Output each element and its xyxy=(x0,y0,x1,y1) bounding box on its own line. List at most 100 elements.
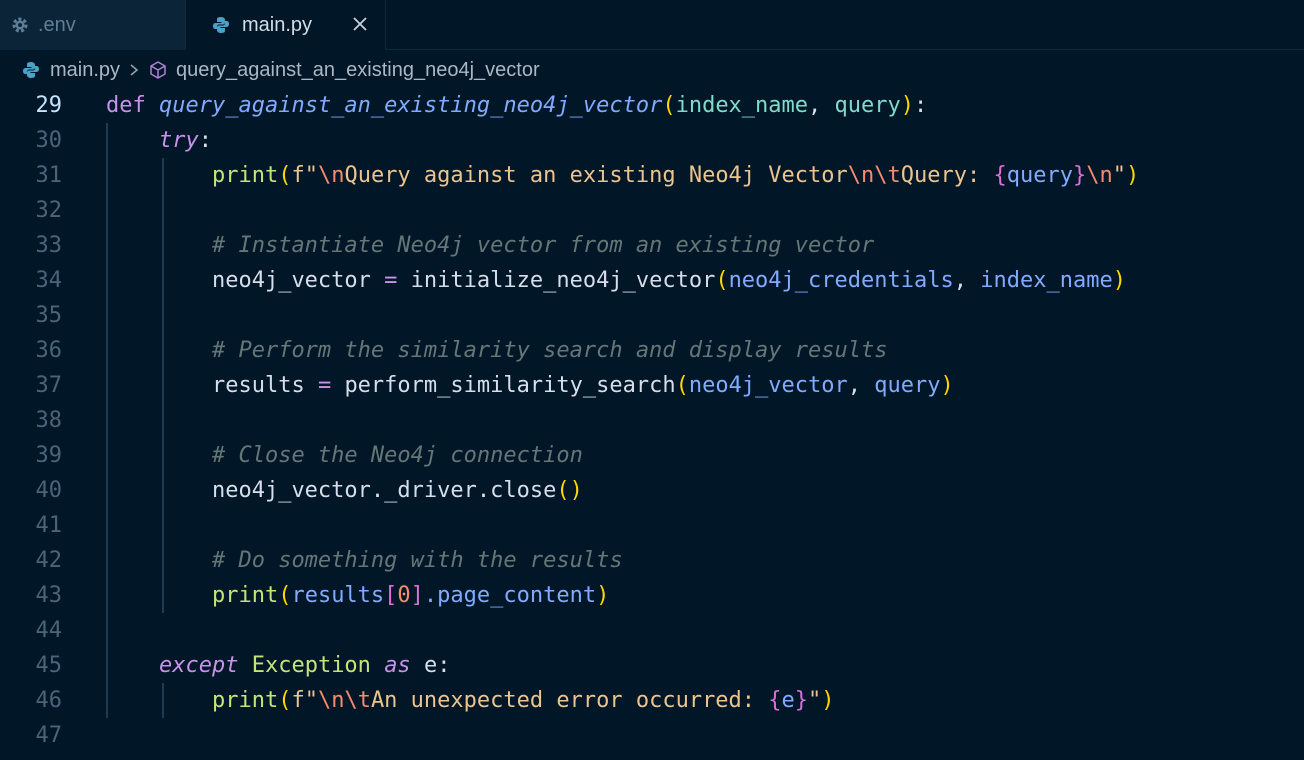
code-text: # Instantiate Neo4j vector from an exist… xyxy=(106,228,874,263)
line-number: 34 xyxy=(35,268,63,293)
code-token: initialize_neo4j_vector xyxy=(410,268,716,293)
code-token: \n\t xyxy=(317,688,371,713)
code-token: ) xyxy=(900,93,915,118)
code-token: neo4j_credentials xyxy=(728,268,954,293)
code-token: ( xyxy=(278,688,292,713)
breadcrumb-file[interactable]: main.py xyxy=(50,59,120,82)
code-text: # Perform the similarity search and disp… xyxy=(106,333,888,368)
code-text: neo4j_vector._driver.close() xyxy=(106,473,583,508)
breadcrumb-symbol[interactable]: query_against_an_existing_neo4j_vector xyxy=(176,59,540,82)
code-line[interactable]: 36 # Perform the similarity search and d… xyxy=(0,333,1304,368)
code-token: print xyxy=(211,163,279,188)
code-token: except xyxy=(158,653,239,678)
code-token: results xyxy=(291,583,385,608)
line-number: 36 xyxy=(35,338,63,363)
code-token: { xyxy=(768,688,782,713)
code-text: try: xyxy=(106,123,212,158)
line-number: 43 xyxy=(35,583,63,608)
code-token: : xyxy=(198,128,212,153)
code-token: try xyxy=(158,128,199,153)
code-token: ( xyxy=(278,583,292,608)
code-token: ) xyxy=(1125,163,1140,188)
tab-main-py[interactable]: main.py xyxy=(186,0,386,50)
code-token: # Instantiate Neo4j vector from an exist… xyxy=(211,233,875,258)
method-cube-icon xyxy=(150,61,166,79)
code-token: e xyxy=(423,653,438,678)
code-token: An unexpected error occurred: xyxy=(370,688,769,713)
code-line[interactable]: 46 print(f"\n\tAn unexpected error occur… xyxy=(0,683,1304,718)
code-line[interactable]: 43 print(results[0].page_content) xyxy=(0,578,1304,613)
code-token: ) xyxy=(940,373,954,398)
code-token: e xyxy=(781,688,795,713)
close-icon[interactable] xyxy=(349,13,371,35)
code-line[interactable]: 29 def query_against_an_existing_neo4j_ve… xyxy=(0,88,1304,123)
line-number: 45 xyxy=(35,653,63,678)
code-line[interactable]: 34 neo4j_vector = initialize_neo4j_vecto… xyxy=(0,263,1304,298)
code-line[interactable]: 40 neo4j_vector._driver.close() xyxy=(0,473,1304,508)
code-token: : xyxy=(914,93,928,118)
code-line[interactable]: 44 xyxy=(0,613,1304,648)
code-token: .page_content xyxy=(423,583,597,608)
code-text: # Close the Neo4j connection xyxy=(106,438,583,473)
line-number: 44 xyxy=(35,618,63,643)
code-token: ( xyxy=(278,163,292,188)
code-token: print xyxy=(211,688,279,713)
code-text: print(f"\nQuery against an existing Neo4… xyxy=(106,158,1139,193)
code-token: " xyxy=(1112,163,1126,188)
code-line[interactable]: 47 xyxy=(0,718,1304,753)
code-line[interactable]: 31 print(f"\nQuery against an existing N… xyxy=(0,158,1304,193)
code-line[interactable]: 39 # Close the Neo4j connection xyxy=(0,438,1304,473)
gear-icon xyxy=(12,17,28,33)
code-token: results xyxy=(211,373,305,398)
breadcrumb: main.py query_against_an_existing_neo4j_… xyxy=(0,50,1304,90)
code-line[interactable]: 45 except Exception as e: xyxy=(0,648,1304,683)
code-token: Exception xyxy=(251,653,371,678)
chevron-right-icon xyxy=(130,64,139,76)
code-text: # Do something with the results xyxy=(106,543,623,578)
code-token: , xyxy=(808,93,835,118)
code-token: print xyxy=(211,583,279,608)
code-token: ( xyxy=(675,373,689,398)
code-token: Query against an existing Neo4j Vector xyxy=(344,163,848,188)
line-number: 39 xyxy=(35,443,63,468)
code-token: f" xyxy=(291,163,318,188)
tab-env[interactable]: .env xyxy=(0,0,186,50)
code-editor[interactable]: 29 def query_against_an_existing_neo4j_ve… xyxy=(0,88,1304,760)
code-text: print(f"\n\tAn unexpected error occurred… xyxy=(106,683,835,718)
code-token: , xyxy=(847,373,875,398)
line-number: 29 xyxy=(35,93,63,118)
line-number: 33 xyxy=(35,233,63,258)
code-line[interactable]: 41 xyxy=(0,508,1304,543)
code-line[interactable]: 37 results = perform_similarity_search(n… xyxy=(0,368,1304,403)
code-token: def xyxy=(106,93,146,118)
code-token: ( xyxy=(715,268,729,293)
code-line[interactable]: 33 # Instantiate Neo4j vector from an ex… xyxy=(0,228,1304,263)
code-token: f" xyxy=(291,688,318,713)
code-text: neo4j_vector = initialize_neo4j_vector(n… xyxy=(106,263,1126,298)
code-line[interactable]: 35 xyxy=(0,298,1304,333)
code-token: { xyxy=(993,163,1007,188)
code-token: Query: xyxy=(900,163,994,188)
code-line[interactable]: 30 try: xyxy=(0,123,1304,158)
line-number: 30 xyxy=(35,128,63,153)
code-line[interactable]: 42 # Do something with the results xyxy=(0,543,1304,578)
line-number: 32 xyxy=(35,198,63,223)
code-token: . xyxy=(476,478,491,503)
code-token: index_name xyxy=(980,268,1113,293)
code-token: neo4j_vector xyxy=(211,478,371,503)
code-token: : xyxy=(437,653,451,678)
code-line[interactable]: 32 xyxy=(0,193,1304,228)
code-line[interactable]: 38 xyxy=(0,403,1304,438)
